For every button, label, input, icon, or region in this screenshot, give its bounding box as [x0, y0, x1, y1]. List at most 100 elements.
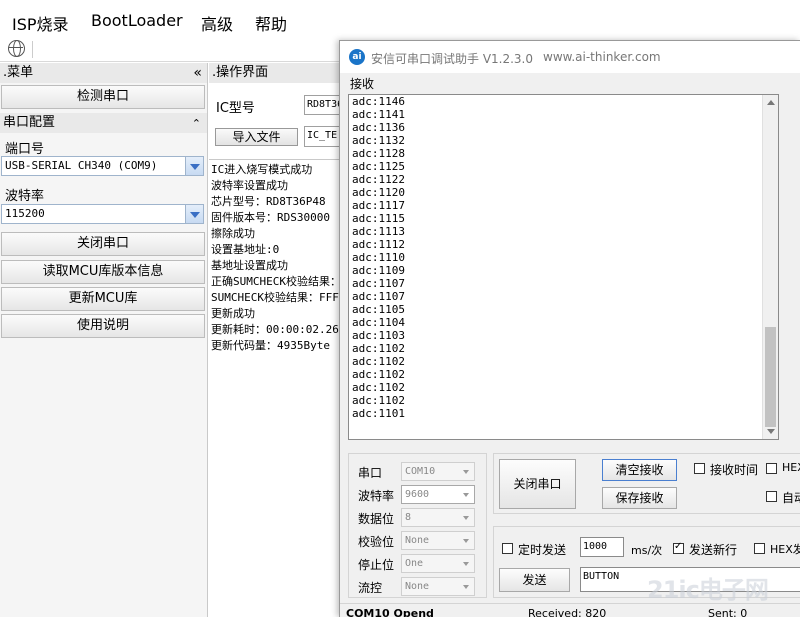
toolbar-separator — [32, 41, 33, 58]
receive-line: adc:1113 — [352, 225, 405, 238]
menu-panel-title: .菜单 — [3, 65, 34, 80]
left-panel: .菜单 « 检测串口 串口配置 ⌃ 端口号 USB-SERIAL CH340 (… — [0, 63, 208, 617]
receive-options-group: 关闭串口 清空接收 保存接收 接收时间 HEX 自动 — [493, 453, 800, 514]
receive-line: adc:1102 — [352, 368, 405, 381]
globe-icon[interactable] — [8, 40, 25, 57]
save-receive-button[interactable]: 保存接收 — [602, 487, 677, 509]
menu-bar: ISP烧录 BootLoader 高级 帮助 — [0, 0, 800, 38]
receive-line: adc:1110 — [352, 251, 405, 264]
send-button[interactable]: 发送 — [499, 568, 570, 592]
update-mcu-lib-button[interactable]: 更新MCU库 — [1, 287, 205, 311]
port-select-value: USB-SERIAL CH340 (COM9) — [5, 159, 158, 172]
chevron-up-icon[interactable]: ⌃ — [192, 114, 201, 134]
log-line: 波特率设置成功 — [211, 179, 288, 192]
cfg-port-select[interactable]: COM10 — [401, 462, 475, 481]
receive-line: adc:1101 — [352, 407, 405, 420]
import-file-button[interactable]: 导入文件 — [215, 128, 298, 146]
receive-line: adc:1102 — [352, 342, 405, 355]
operation-log: IC进入烧写模式成功 波特率设置成功 芯片型号：RD8T36P48 固件版本号：… — [209, 159, 349, 617]
cfg-parity-label: 校验位 — [358, 535, 395, 549]
send-newline-checkbox[interactable] — [673, 541, 684, 554]
read-mcu-lib-button[interactable]: 读取MCU库版本信息 — [1, 260, 205, 284]
port-select[interactable]: USB-SERIAL CH340 (COM9) — [1, 156, 204, 176]
log-line: 固件版本号：RDS30000 — [211, 211, 330, 224]
receive-line: adc:1141 — [352, 108, 405, 121]
menu-isp[interactable]: ISP烧录 — [12, 11, 69, 35]
receive-line: adc:1146 — [352, 95, 405, 108]
receive-line: adc:1117 — [352, 199, 405, 212]
clear-receive-button[interactable]: 清空接收 — [602, 459, 677, 481]
menu-bootloader[interactable]: BootLoader — [91, 11, 183, 30]
receive-textarea[interactable]: adc:1146 adc:1141 adc:1136 adc:1132 adc:… — [348, 94, 779, 440]
receive-line: adc:1112 — [352, 238, 405, 251]
log-line: IC进入烧写模式成功 — [211, 163, 313, 176]
baud-select[interactable]: 115200 — [1, 204, 204, 224]
serial-status-bar: COM10 Opend Received: 820 Sent: 0 — [340, 603, 800, 617]
receive-line: adc:1132 — [352, 134, 405, 147]
scroll-thumb[interactable] — [765, 327, 776, 427]
receive-line: adc:1105 — [352, 303, 405, 316]
status-received: Received: 820 — [528, 607, 607, 617]
receive-line: adc:1122 — [352, 173, 405, 186]
timed-send-label: 定时发送 — [518, 543, 567, 557]
cfg-port-label: 串口 — [358, 466, 383, 480]
chevron-down-icon[interactable] — [185, 205, 203, 223]
receive-line: adc:1125 — [352, 160, 405, 173]
port-label: 端口号 — [5, 142, 45, 157]
scroll-up-icon[interactable] — [767, 100, 775, 105]
receive-line: adc:1103 — [352, 329, 405, 342]
cfg-parity-select[interactable]: None — [401, 531, 475, 550]
cfg-data-select[interactable]: 8 — [401, 508, 475, 527]
work-panel: .操作界面 IC型号 RD8T36 导入文件 IC_TE IC进入烧写模式成功 … — [209, 63, 349, 617]
receive-label: 接收 — [350, 77, 375, 91]
menu-panel-header: .菜单 « — [0, 63, 207, 83]
interval-input[interactable]: 1000 — [580, 537, 624, 557]
log-line: 更新代码量：4935Byte — [211, 339, 330, 352]
receive-line: adc:1104 — [352, 316, 405, 329]
menu-advanced[interactable]: 高级 — [201, 11, 233, 35]
receive-line: adc:1107 — [352, 277, 405, 290]
log-line: 更新耗时：00:00:02.268 — [211, 323, 346, 336]
serial-window-title: 安信可串口调试助手 V1.2.3.0 — [371, 52, 534, 66]
receive-line: adc:1128 — [352, 147, 405, 160]
receive-line: adc:1102 — [352, 355, 405, 368]
receive-line: adc:1102 — [352, 394, 405, 407]
interval-unit: ms/次 — [631, 544, 663, 557]
menu-help[interactable]: 帮助 — [255, 11, 287, 35]
chevron-down-icon[interactable] — [185, 157, 203, 175]
status-port: COM10 Opend — [346, 607, 434, 617]
baud-select-value: 115200 — [5, 207, 45, 220]
detect-port-button[interactable]: 检测串口 — [1, 85, 205, 109]
close-port-button[interactable]: 关闭串口 — [1, 232, 205, 256]
port-config-header: 串口配置 ⌃ — [0, 113, 207, 133]
auto-label: 自动 — [782, 491, 800, 505]
hex-show-checkbox[interactable] — [766, 463, 777, 474]
timed-send-checkbox[interactable] — [502, 543, 513, 554]
receive-line: adc:1115 — [352, 212, 405, 225]
receive-line: adc:1107 — [352, 290, 405, 303]
log-line: SUMCHECK校验结果：FFF — [211, 291, 339, 304]
cfg-flow-label: 流控 — [358, 581, 383, 595]
baud-label: 波特率 — [5, 189, 45, 204]
receive-scrollbar[interactable] — [762, 95, 778, 439]
recv-time-checkbox[interactable] — [694, 463, 705, 474]
cfg-stop-select[interactable]: One — [401, 554, 475, 573]
log-line: 芯片型号：RD8T36P48 — [211, 195, 326, 208]
auto-checkbox[interactable] — [766, 491, 777, 502]
close-serial-button[interactable]: 关闭串口 — [499, 459, 576, 509]
manual-button[interactable]: 使用说明 — [1, 314, 205, 338]
hex-send-label: HEX发 — [770, 543, 800, 556]
collapse-icon[interactable]: « — [193, 63, 202, 83]
work-panel-title: .操作界面 — [209, 63, 349, 83]
serial-title-bar: ai 安信可串口调试助手 V1.2.3.0 www.ai-thinker.com — [340, 41, 800, 73]
scroll-down-icon[interactable] — [767, 429, 775, 434]
log-line: 基地址设置成功 — [211, 259, 288, 272]
cfg-flow-select[interactable]: None — [401, 577, 475, 596]
recv-time-label: 接收时间 — [710, 463, 759, 477]
cfg-baud-select[interactable]: 9600 — [401, 485, 475, 504]
receive-line: adc:1109 — [352, 264, 405, 277]
ic-model-label: IC型号 — [216, 101, 255, 116]
hex-send-checkbox[interactable] — [754, 543, 765, 554]
hex-show-label: HEX — [782, 461, 800, 474]
cfg-data-label: 数据位 — [358, 512, 395, 526]
